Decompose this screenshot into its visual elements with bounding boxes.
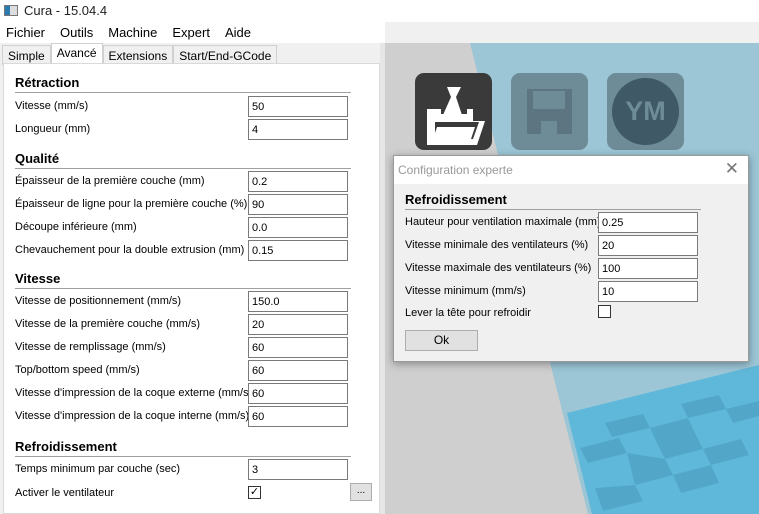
app-icon: [4, 5, 18, 16]
enable-fan-checkbox[interactable]: ✓: [248, 486, 261, 499]
tab-bar: Simple Avancé Extensions Start/End-GCode: [0, 43, 278, 65]
menu-bar: Fichier Outils Machine Expert Aide: [0, 22, 385, 43]
dialog-section-refroidissement: Refroidissement: [405, 192, 701, 210]
menu-expert[interactable]: Expert: [172, 22, 217, 43]
setting-label: Top/bottom speed (mm/s): [15, 364, 140, 376]
cut-off-input[interactable]: [248, 217, 348, 238]
title-bar: Cura - 15.04.4: [0, 0, 759, 22]
setting-label: Découpe inférieure (mm): [15, 221, 137, 233]
setting-label: Vitesse de remplissage (mm/s): [15, 341, 166, 353]
setting-label: Activer le ventilateur: [15, 487, 115, 499]
settings-panel: Rétraction Vitesse (mm/s) Longueur (mm) …: [3, 63, 380, 514]
setting-row: Activer le ventilateur: [15, 483, 355, 504]
setting-row: Temps minimum par couche (sec): [15, 459, 355, 480]
setting-row: Hauteur pour ventilation maximale (mm): [405, 212, 745, 233]
floppy-disk-icon: [527, 89, 572, 134]
setting-row: Vitesse de la première couche (mm/s): [15, 314, 355, 335]
setting-label: Vitesse minimum (mm/s): [405, 285, 526, 297]
setting-row: Découpe inférieure (mm): [15, 217, 355, 238]
setting-row: Épaisseur de la première couche (mm): [15, 171, 355, 192]
setting-label: Vitesse de positionnement (mm/s): [15, 295, 182, 307]
setting-row: Vitesse de remplissage (mm/s): [15, 337, 355, 358]
inner-shell-speed-input[interactable]: [248, 406, 348, 427]
setting-label: Temps minimum par couche (sec): [15, 463, 181, 475]
cool-head-lift-checkbox[interactable]: [598, 305, 611, 318]
section-vitesse: Vitesse: [15, 271, 351, 289]
setting-label: Hauteur pour ventilation maximale (mm): [405, 216, 601, 228]
menu-aide[interactable]: Aide: [225, 22, 258, 43]
retraction-speed-input[interactable]: [248, 96, 348, 117]
setting-label: Vitesse d'impression de la coque interne…: [15, 410, 250, 422]
tab-simple[interactable]: Simple: [2, 45, 51, 65]
folder-load-icon: [427, 87, 485, 145]
ok-button[interactable]: Ok: [405, 330, 478, 351]
fan-full-height-input[interactable]: [598, 212, 698, 233]
retraction-length-input[interactable]: [248, 119, 348, 140]
min-speed-input[interactable]: [598, 281, 698, 302]
setting-row: Longueur (mm): [15, 119, 355, 140]
setting-row: Vitesse minimale des ventilateurs (%): [405, 235, 745, 256]
dual-overlap-input[interactable]: [248, 240, 348, 261]
setting-row: Top/bottom speed (mm/s): [15, 360, 355, 381]
load-model-button[interactable]: [415, 73, 492, 150]
setting-row: Vitesse minimum (mm/s): [405, 281, 745, 302]
fan-speed-max-input[interactable]: [598, 258, 698, 279]
setting-label: Lever la tête pour refroidir: [405, 307, 531, 319]
top-bottom-speed-input[interactable]: [248, 360, 348, 381]
first-layer-width-input[interactable]: [248, 194, 348, 215]
setting-row: Chevauchement pour la double extrusion (…: [15, 240, 355, 261]
dialog-title-bar: Configuration experte ✕: [394, 156, 748, 184]
infill-speed-input[interactable]: [248, 337, 348, 358]
close-icon[interactable]: ✕: [725, 159, 739, 179]
section-qualite: Qualité: [15, 151, 351, 169]
section-refroidissement: Refroidissement: [15, 439, 351, 457]
tab-start-end-gcode[interactable]: Start/End-GCode: [173, 45, 278, 65]
menu-machine[interactable]: Machine: [108, 22, 164, 43]
outer-shell-speed-input[interactable]: [248, 383, 348, 404]
setting-row: Vitesse de positionnement (mm/s): [15, 291, 355, 312]
youmagine-logo-icon: YM: [612, 78, 679, 145]
setting-row: Vitesse d'impression de la coque externe…: [15, 383, 355, 404]
expert-config-dialog: Configuration experte ✕ Refroidissement …: [393, 155, 749, 362]
dialog-title: Configuration experte: [398, 163, 513, 177]
setting-row: Épaisseur de ligne pour la première couc…: [15, 194, 355, 215]
setting-row: Vitesse maximale des ventilateurs (%): [405, 258, 745, 279]
menu-outils[interactable]: Outils: [60, 22, 100, 43]
window-title: Cura - 15.04.4: [24, 3, 108, 18]
setting-label: Épaisseur de la première couche (mm): [15, 175, 205, 187]
first-layer-thickness-input[interactable]: [248, 171, 348, 192]
section-retraction: Rétraction: [15, 75, 351, 93]
fan-settings-button[interactable]: ...: [350, 483, 372, 501]
setting-label: Vitesse (mm/s): [15, 100, 89, 112]
youmagine-button[interactable]: YM: [607, 73, 684, 150]
travel-speed-input[interactable]: [248, 291, 348, 312]
setting-label: Épaisseur de ligne pour la première couc…: [15, 198, 248, 210]
setting-label: Vitesse minimale des ventilateurs (%): [405, 239, 589, 251]
first-layer-speed-input[interactable]: [248, 314, 348, 335]
tab-extensions[interactable]: Extensions: [102, 45, 174, 65]
setting-row: Vitesse (mm/s): [15, 96, 355, 117]
setting-row: Lever la tête pour refroidir: [405, 303, 745, 324]
save-gcode-button[interactable]: [511, 73, 588, 150]
menu-fichier[interactable]: Fichier: [6, 22, 52, 43]
min-layer-time-input[interactable]: [248, 459, 348, 480]
setting-label: Vitesse d'impression de la coque externe…: [15, 387, 253, 399]
fan-speed-min-input[interactable]: [598, 235, 698, 256]
setting-label: Vitesse maximale des ventilateurs (%): [405, 262, 592, 274]
setting-label: Chevauchement pour la double extrusion (…: [15, 244, 245, 256]
setting-row: Vitesse d'impression de la coque interne…: [15, 406, 355, 427]
tab-avance[interactable]: Avancé: [50, 43, 103, 65]
setting-label: Vitesse de la première couche (mm/s): [15, 318, 201, 330]
setting-label: Longueur (mm): [15, 123, 91, 135]
